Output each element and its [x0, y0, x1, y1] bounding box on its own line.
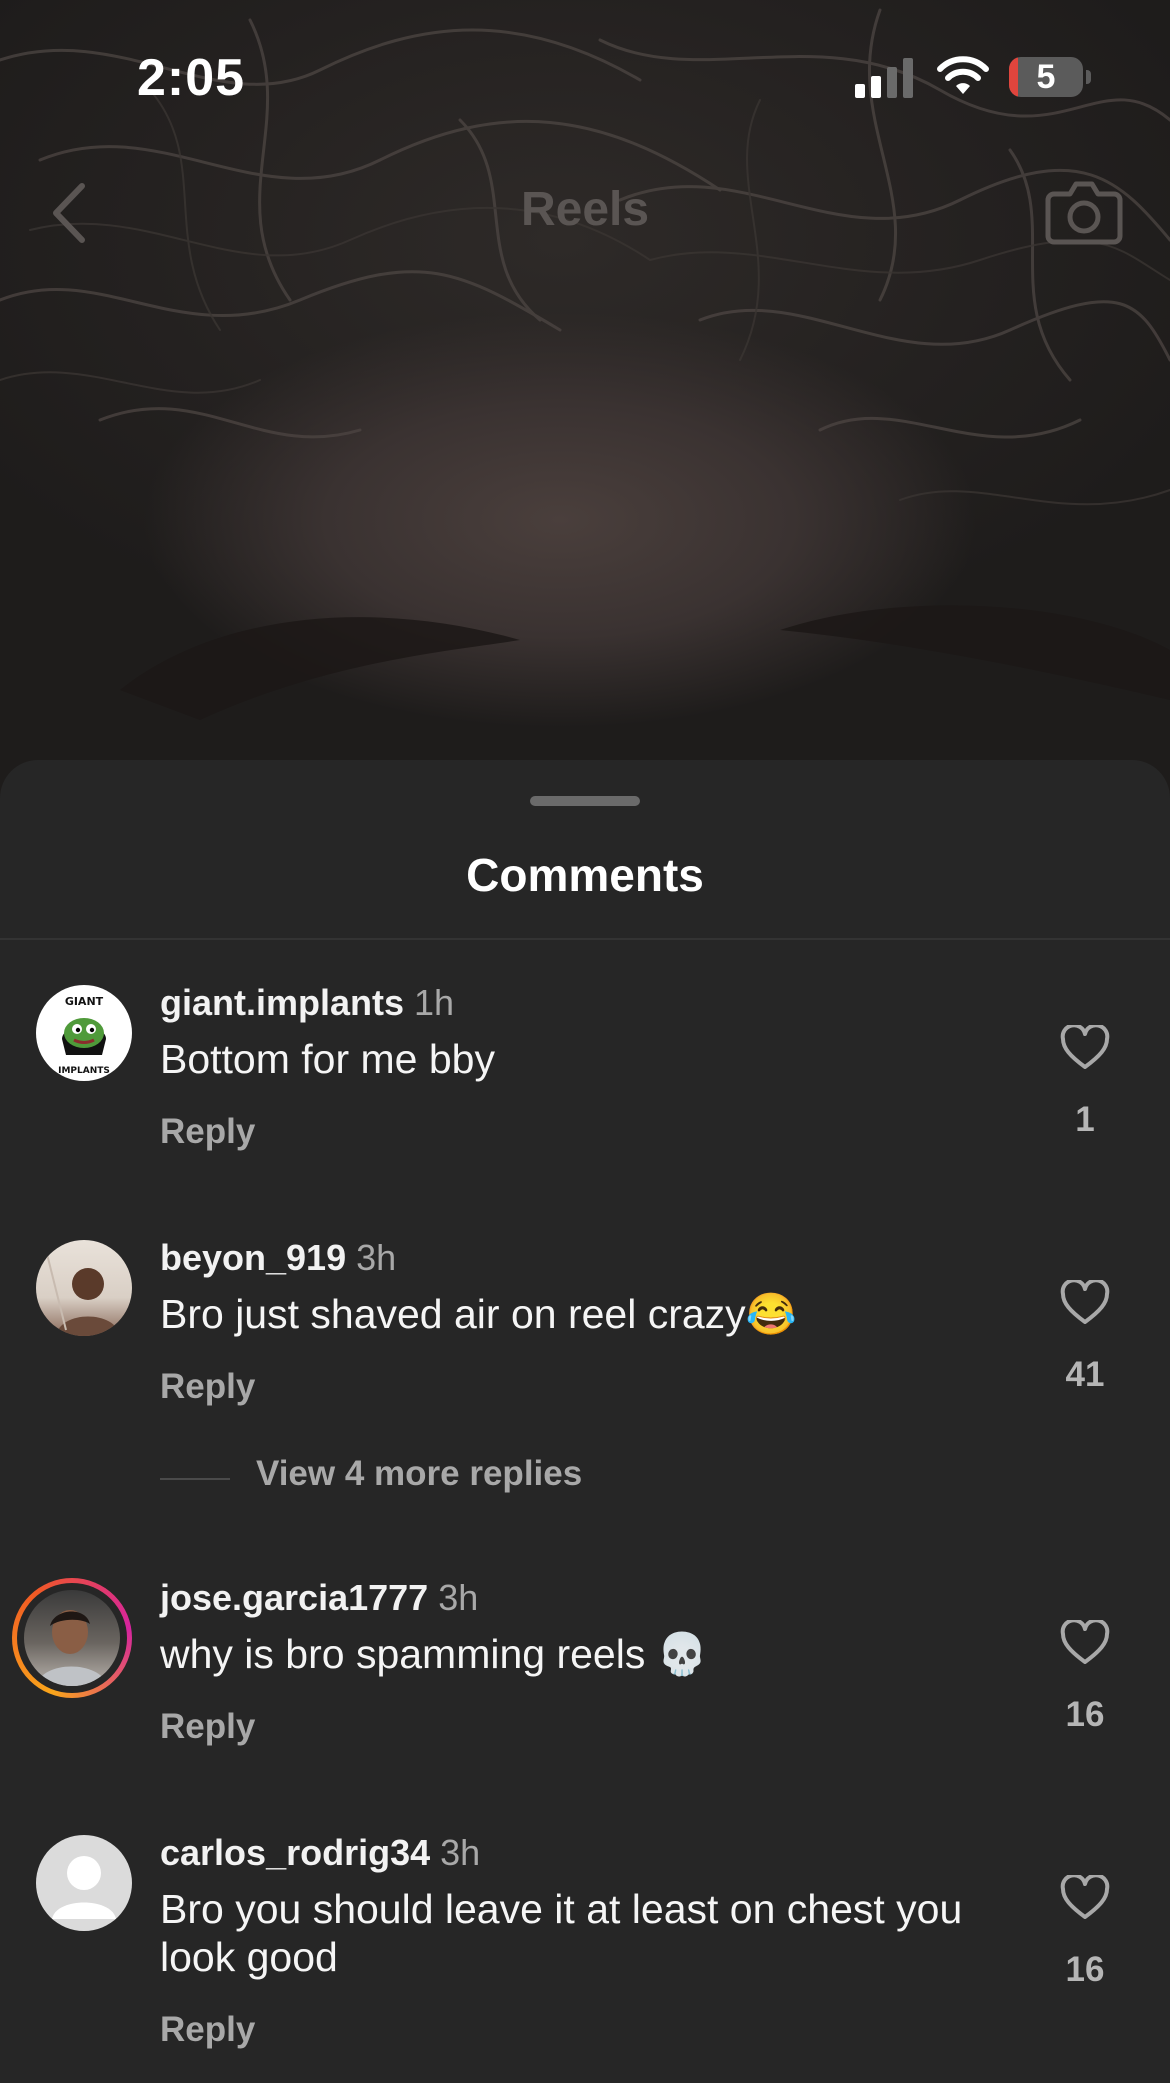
- heart-icon[interactable]: [1060, 1025, 1110, 1071]
- comment-text: Bottom for me bby: [160, 1036, 495, 1082]
- status-time: 2:05: [137, 49, 246, 107]
- battery-level: 5: [1036, 58, 1056, 96]
- cellular-signal-icon: [855, 58, 913, 98]
- heart-icon[interactable]: [1060, 1620, 1110, 1666]
- comment-username[interactable]: carlos_rodrig34 3h: [160, 1832, 480, 1874]
- comment-time: 1h: [414, 982, 455, 1023]
- logo-text-top: GIANT: [65, 995, 104, 1008]
- wifi-icon: [937, 56, 989, 94]
- giant-implants-logo-icon: GIANT IMPLANTS: [37, 986, 131, 1080]
- avatar[interactable]: GIANT IMPLANTS: [36, 985, 132, 1081]
- comment-time: 3h: [356, 1237, 397, 1278]
- username[interactable]: beyon_919: [160, 1237, 346, 1278]
- comment-username[interactable]: jose.garcia1777 3h: [160, 1577, 478, 1619]
- comment-text: Bro you should leave it at least on ches…: [160, 1886, 963, 1980]
- battery-icon: 5: [1009, 57, 1083, 97]
- page-title: Reels: [520, 183, 650, 236]
- comment-username[interactable]: giant.implants 1h: [160, 982, 454, 1024]
- username[interactable]: jose.garcia1777: [160, 1577, 428, 1618]
- profile-photo-icon: [45, 1249, 120, 1336]
- view-more-replies-label[interactable]: View 4 more replies: [256, 1454, 582, 1494]
- comment-username[interactable]: beyon_919 3h: [160, 1237, 396, 1279]
- comment-text: Bro just shaved air on reel crazy😂: [160, 1291, 797, 1337]
- comment-time: 3h: [440, 1832, 481, 1873]
- avatar[interactable]: [36, 1835, 132, 1931]
- like-count: 41: [1065, 1355, 1105, 1394]
- reply-button[interactable]: Reply: [160, 1707, 255, 1747]
- sheet-title: Comments: [466, 849, 704, 901]
- battery-nub: [1086, 70, 1091, 84]
- reply-button[interactable]: Reply: [160, 1112, 255, 1152]
- comment-text: why is bro spamming reels 💀: [160, 1631, 708, 1677]
- avatar[interactable]: [36, 1240, 132, 1336]
- logo-text-bottom: IMPLANTS: [58, 1066, 110, 1076]
- sheet-grabber-handle[interactable]: [530, 796, 640, 806]
- reply-button[interactable]: Reply: [160, 2010, 255, 2050]
- status-icons: [770, 0, 1170, 140]
- profile-photo-icon: [36, 1610, 108, 1686]
- like-count: 16: [1065, 1950, 1105, 1989]
- heart-icon[interactable]: [1060, 1280, 1110, 1326]
- camera-icon[interactable]: [1044, 172, 1124, 252]
- comment-time: 3h: [438, 1577, 479, 1618]
- thread-line: [160, 1478, 230, 1480]
- default-user-icon: [52, 1856, 116, 1919]
- divider: [0, 938, 1170, 940]
- like-count: 16: [1065, 1695, 1105, 1734]
- avatar[interactable]: [24, 1590, 120, 1686]
- username[interactable]: carlos_rodrig34: [160, 1832, 430, 1873]
- heart-icon[interactable]: [1060, 1875, 1110, 1921]
- like-count: 1: [1075, 1100, 1095, 1139]
- story-ring[interactable]: [12, 1578, 132, 1698]
- reply-button[interactable]: Reply: [160, 1367, 255, 1407]
- comments-sheet: Comments GIANT IMPLANTS giant.implants 1h…: [0, 760, 1170, 2083]
- username[interactable]: giant.implants: [160, 982, 404, 1023]
